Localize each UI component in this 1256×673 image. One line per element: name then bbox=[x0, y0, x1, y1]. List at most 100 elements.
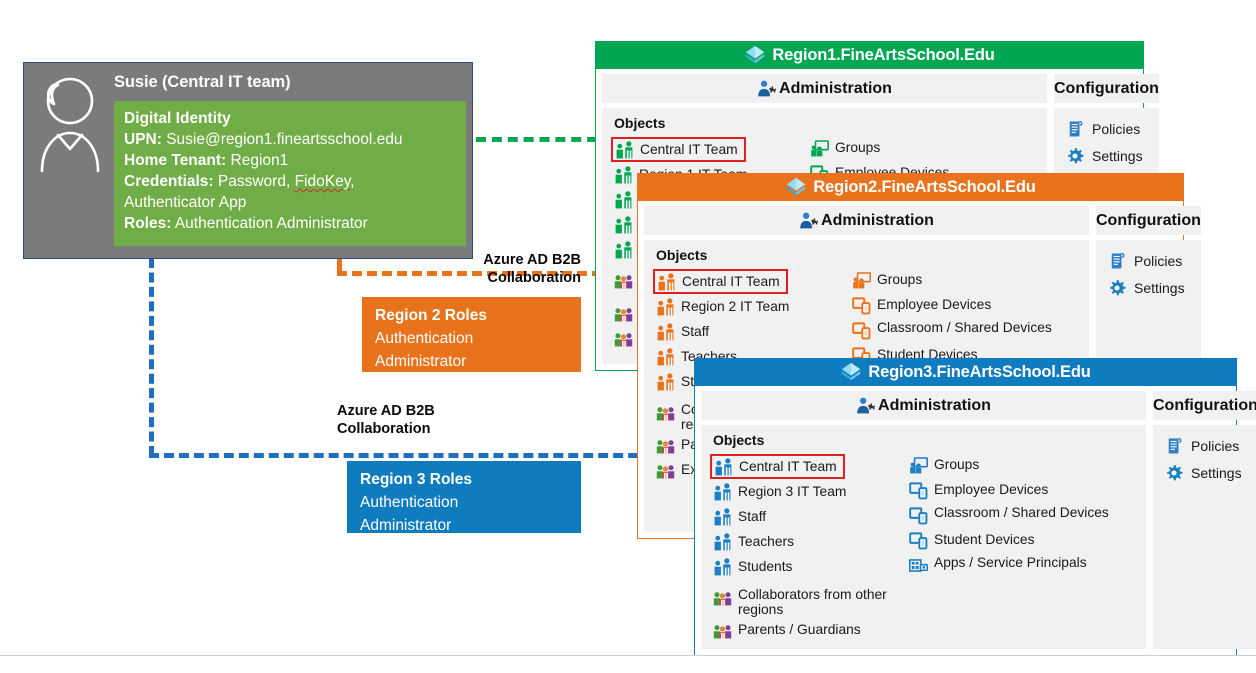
object-item-label: Staff bbox=[681, 324, 710, 339]
object-item-label: Central IT Team bbox=[682, 274, 780, 289]
config-item-settings[interactable]: Settings bbox=[1165, 462, 1242, 483]
config-item-policies[interactable]: Policies bbox=[1165, 435, 1242, 456]
gear-icon bbox=[1066, 147, 1084, 165]
users-multicolor-icon bbox=[713, 621, 732, 640]
tenant-region2-objects-label: Objects bbox=[656, 247, 708, 263]
users-multicolor-icon bbox=[656, 461, 675, 480]
tenant-region1-titlebar: Region1.FineArtsSchool.Edu bbox=[595, 41, 1144, 69]
role-box-region2-line2: Administrator bbox=[375, 353, 467, 370]
tenant-region3-configuration-label: Configuration bbox=[1153, 396, 1256, 414]
connector-label-region2-line2: Collaboration bbox=[487, 270, 581, 286]
users-group-icon bbox=[614, 241, 633, 260]
object-item-staff[interactable]: Staff bbox=[656, 321, 846, 344]
azure-ad-cube-icon bbox=[785, 176, 807, 198]
object-item-label: Central IT Team bbox=[640, 142, 738, 157]
users-group-icon bbox=[656, 373, 675, 392]
config-item-policies[interactable]: Policies bbox=[1066, 118, 1143, 139]
object-item-label: Classroom / Shared Devices bbox=[934, 505, 1109, 520]
object-item-groups[interactable]: Groups bbox=[852, 269, 1052, 292]
role-box-region2: Region 2 Roles Authentication Administra… bbox=[362, 297, 581, 372]
object-item-central-it-team[interactable]: Central IT Team bbox=[710, 454, 845, 479]
tenant-region3-titlebar: Region3.FineArtsSchool.Edu bbox=[694, 358, 1237, 386]
config-item-label: Settings bbox=[1191, 464, 1242, 481]
admin-person-gear-icon bbox=[856, 396, 875, 415]
connector-region3-vline bbox=[149, 258, 154, 456]
object-item-collaborators-other-regions[interactable]: Collaborators from other regions bbox=[713, 586, 903, 617]
object-item-student-devices[interactable]: Student Devices bbox=[909, 529, 1109, 552]
config-item-policies[interactable]: Policies bbox=[1108, 250, 1185, 271]
groups-screen-icon bbox=[852, 271, 871, 290]
object-item-label: Employee Devices bbox=[877, 297, 992, 312]
diagram-canvas: Azure AD B2B Collaboration Azure AD B2B … bbox=[0, 0, 1256, 673]
object-item-staff[interactable]: Staff bbox=[713, 506, 903, 529]
tenant-region3-administration-label: Administration bbox=[878, 396, 991, 414]
tenant-region3-configuration-header: Configuration bbox=[1153, 391, 1256, 420]
tenant-region2-administration-header: Administration bbox=[644, 206, 1089, 235]
tenant-region2-configuration-header: Configuration bbox=[1096, 206, 1201, 235]
connector-label-region3-line1: Azure AD B2B bbox=[337, 403, 435, 419]
users-multicolor-icon bbox=[614, 271, 633, 290]
admin-person-gear-icon bbox=[799, 211, 818, 230]
object-item-external-collaborators[interactable]: External Collaborators bbox=[713, 644, 903, 649]
identity-field-roles: Roles: Authentication Administrator bbox=[124, 213, 456, 234]
object-item-classroom-shared-devices[interactable]: Classroom / Shared Devices bbox=[909, 504, 1109, 527]
role-box-region3: Region 3 Roles Authentication Administra… bbox=[347, 461, 581, 534]
object-item-teachers[interactable]: Teachers bbox=[713, 531, 903, 554]
users-group-icon bbox=[656, 348, 675, 367]
users-group-icon bbox=[614, 191, 633, 210]
config-item-label: Policies bbox=[1191, 437, 1240, 454]
users-multicolor-icon bbox=[614, 304, 633, 323]
object-item-label: Region 2 IT Team bbox=[681, 299, 790, 314]
devices-icon bbox=[909, 481, 928, 500]
spellcheck-flagged-word: FidoKey bbox=[294, 173, 351, 190]
object-item-label: Parents / Guardians bbox=[738, 622, 861, 637]
tenant-region3-configuration-panel: Policies Settings bbox=[1153, 425, 1256, 649]
object-item-apps-service-principals[interactable]: Apps / Service Principals bbox=[909, 554, 1109, 577]
object-item-central-it-team[interactable]: Central IT Team bbox=[653, 269, 788, 294]
object-item-label: Teachers bbox=[738, 534, 794, 549]
azure-ad-cube-icon bbox=[840, 361, 862, 383]
object-item-students[interactable]: Students bbox=[713, 556, 903, 579]
tenant-region2-configuration-label: Configuration bbox=[1096, 211, 1201, 229]
users-multicolor-icon bbox=[713, 588, 732, 607]
user-identity-card: Susie (Central IT team) Digital Identity… bbox=[23, 62, 473, 259]
role-box-region3-title: Region 3 Roles bbox=[360, 471, 472, 488]
object-item-region-it-team[interactable]: Region 3 IT Team bbox=[713, 481, 903, 504]
object-item-employee-devices[interactable]: Employee Devices bbox=[852, 294, 1052, 317]
tenant-region3-objects-panel: Objects Central IT Team Region 3 IT Team bbox=[701, 425, 1146, 649]
role-box-region2-line1: Authentication bbox=[375, 330, 474, 347]
tenant-region3-title: Region3.FineArtsSchool.Edu bbox=[868, 362, 1091, 381]
object-item-employee-devices[interactable]: Employee Devices bbox=[909, 479, 1109, 502]
digital-identity-block: Digital Identity UPN: Susie@region1.fine… bbox=[114, 101, 466, 246]
object-item-parents-guardians[interactable]: Parents / Guardians bbox=[713, 619, 903, 642]
object-item-label: Central IT Team bbox=[739, 459, 837, 474]
identity-field-home-tenant: Home Tenant: Region1 bbox=[124, 150, 456, 171]
gear-icon bbox=[1165, 464, 1183, 482]
object-item-groups[interactable]: Groups bbox=[909, 454, 1109, 477]
object-item-region-it-team[interactable]: Region 2 IT Team bbox=[656, 296, 846, 319]
config-item-settings[interactable]: Settings bbox=[1108, 277, 1185, 298]
object-item-central-it-team[interactable]: Central IT Team bbox=[611, 137, 746, 162]
object-item-classroom-shared-devices[interactable]: Classroom / Shared Devices bbox=[852, 319, 1052, 342]
groups-screen-icon bbox=[810, 139, 829, 158]
object-item-groups[interactable]: Groups bbox=[810, 137, 1010, 160]
users-multicolor-icon bbox=[614, 329, 633, 348]
object-item-label: External Collaborators bbox=[738, 644, 875, 649]
apps-service-principals-icon bbox=[909, 556, 928, 575]
tenant-region3-body: Administration Objects Central IT Team R… bbox=[694, 386, 1256, 656]
devices-icon bbox=[852, 296, 871, 315]
tenant-region3-configuration-column: Configuration Policies Settings bbox=[1153, 391, 1256, 649]
object-item-label: Groups bbox=[877, 272, 923, 287]
users-group-icon bbox=[656, 298, 675, 317]
object-item-label: Groups bbox=[934, 457, 980, 472]
object-item-label: Collaborators from other regions bbox=[738, 587, 887, 617]
tenant-region2-titlebar: Region2.FineArtsSchool.Edu bbox=[637, 173, 1184, 201]
users-multicolor-icon bbox=[656, 436, 675, 455]
tenant-region1-configuration-header: Configuration bbox=[1054, 74, 1159, 103]
connector-region3-hline bbox=[149, 453, 713, 458]
users-group-icon bbox=[614, 166, 633, 185]
config-item-settings[interactable]: Settings bbox=[1066, 145, 1143, 166]
users-group-icon bbox=[614, 216, 633, 235]
tenant-region1-administration-header: Administration bbox=[602, 74, 1047, 103]
devices-icon bbox=[909, 531, 928, 550]
